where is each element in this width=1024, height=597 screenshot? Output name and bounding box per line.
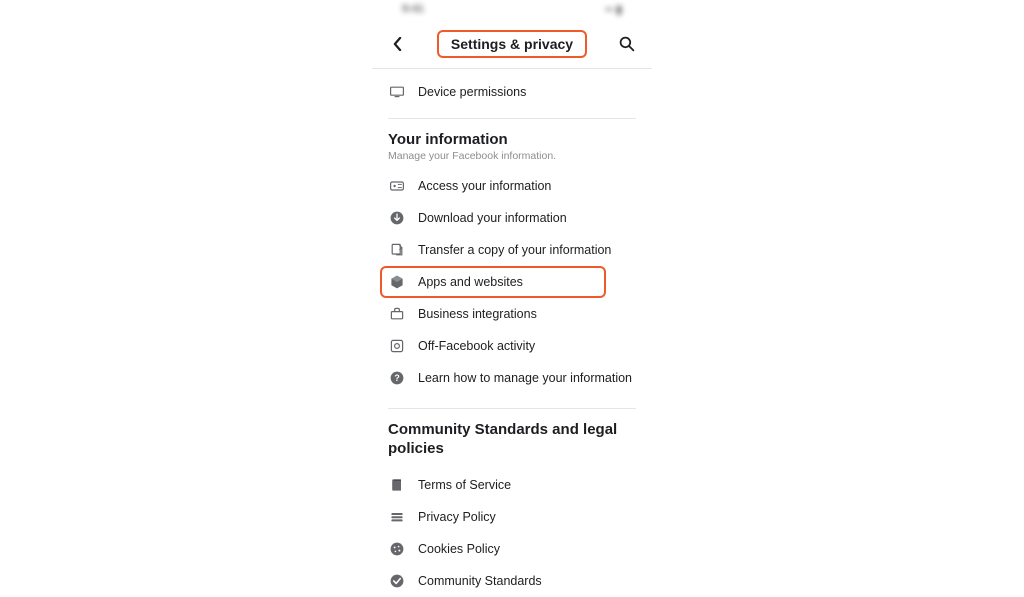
page-title: Settings & privacy: [451, 36, 573, 52]
row-community-standards[interactable]: Community Standards: [388, 565, 636, 597]
row-label: Business integrations: [418, 307, 537, 321]
svg-text:?: ?: [394, 373, 399, 383]
transfer-icon: [388, 241, 406, 259]
row-label: Transfer a copy of your information: [418, 243, 611, 257]
download-icon: [388, 209, 406, 227]
row-cookies-policy[interactable]: Cookies Policy: [388, 533, 636, 565]
row-label: Learn how to manage your information: [418, 371, 632, 385]
divider: [388, 118, 636, 119]
community-icon: [388, 572, 406, 590]
section-your-information: Your information Manage your Facebook in…: [388, 131, 636, 394]
section-title: Your information: [388, 131, 636, 148]
status-indicators: •• ▮: [605, 3, 622, 16]
cookies-icon: [388, 540, 406, 558]
row-label: Off-Facebook activity: [418, 339, 535, 353]
row-label: Access your information: [418, 179, 551, 193]
search-icon: [619, 36, 635, 52]
row-business-integrations[interactable]: Business integrations: [388, 298, 636, 330]
device-icon: [388, 83, 406, 101]
back-button[interactable]: [388, 35, 406, 53]
row-label: Privacy Policy: [418, 510, 496, 524]
row-terms-of-service[interactable]: Terms of Service: [388, 469, 636, 501]
row-label: Community Standards: [418, 574, 542, 588]
row-label: Cookies Policy: [418, 542, 500, 556]
help-icon: ?: [388, 369, 406, 387]
activity-icon: [388, 337, 406, 355]
access-icon: [388, 177, 406, 195]
row-learn-manage-info[interactable]: ? Learn how to manage your information: [388, 362, 636, 394]
row-device-permissions[interactable]: Device permissions: [388, 69, 636, 108]
divider: [388, 408, 636, 409]
section-community-standards: Community Standards and legal policies T…: [388, 421, 636, 597]
terms-icon: [388, 476, 406, 494]
row-transfer-copy[interactable]: Transfer a copy of your information: [388, 234, 636, 266]
row-off-facebook-activity[interactable]: Off-Facebook activity: [388, 330, 636, 362]
row-label: Terms of Service: [418, 478, 511, 492]
row-privacy-policy[interactable]: Privacy Policy: [388, 501, 636, 533]
row-apps-websites[interactable]: Apps and websites: [388, 273, 598, 291]
status-time: 9:41: [402, 3, 424, 15]
row-label: Apps and websites: [418, 275, 523, 289]
phone-frame: 9:41 •• ▮ Settings & privacy Device perm…: [372, 0, 652, 551]
section-title: Community Standards and legal policies: [388, 421, 636, 459]
search-button[interactable]: [618, 35, 636, 53]
status-bar: 9:41 •• ▮: [372, 0, 652, 18]
header-title-highlight: Settings & privacy: [437, 30, 587, 58]
business-icon: [388, 305, 406, 323]
header: Settings & privacy: [372, 18, 652, 69]
row-apps-websites-highlight: Apps and websites: [380, 266, 606, 298]
section-subtitle: Manage your Facebook information.: [388, 150, 636, 162]
privacy-icon: [388, 508, 406, 526]
content: Device permissions Your information Mana…: [372, 69, 652, 597]
row-label: Download your information: [418, 211, 567, 225]
apps-icon: [388, 273, 406, 291]
row-access-information[interactable]: Access your information: [388, 170, 636, 202]
chevron-left-icon: [393, 37, 402, 51]
row-download-information[interactable]: Download your information: [388, 202, 636, 234]
row-label: Device permissions: [418, 85, 526, 99]
